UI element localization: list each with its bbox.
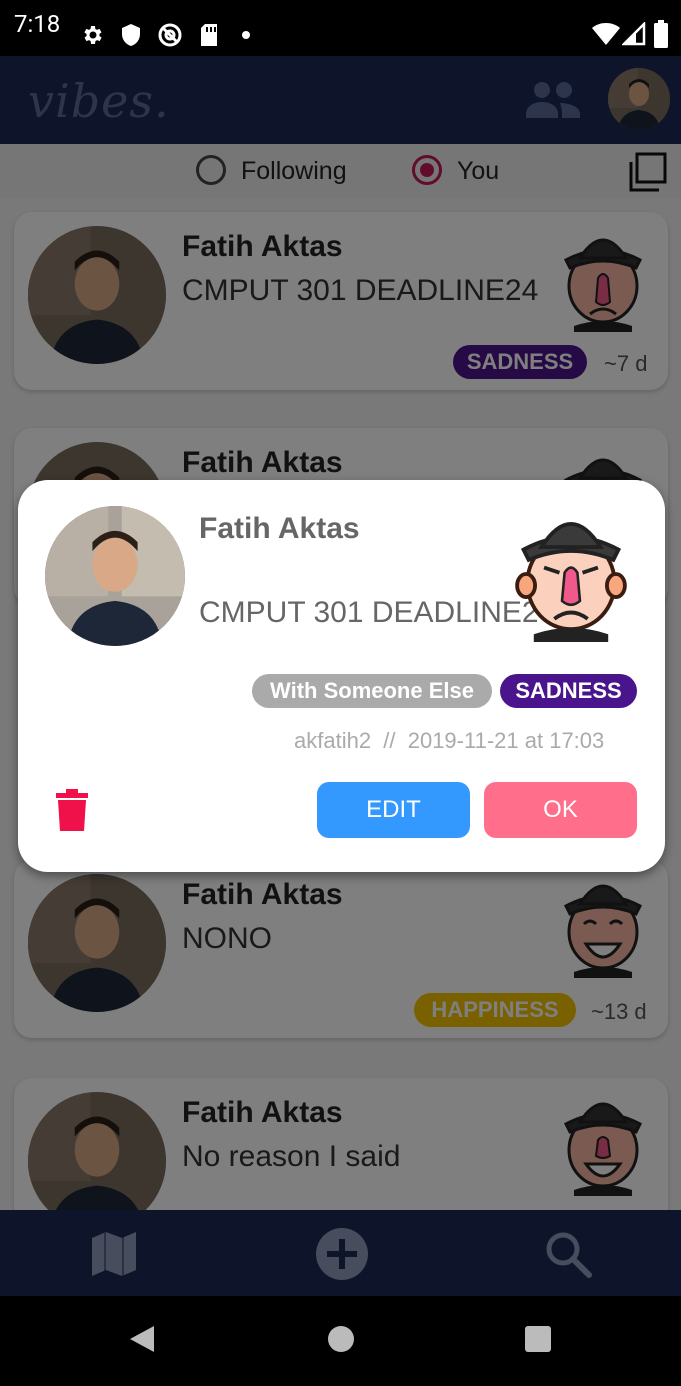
signal-icon [622, 22, 646, 46]
dot-icon [242, 31, 250, 39]
emotion-badge: SADNESS [500, 674, 637, 708]
at-icon [158, 23, 182, 47]
home-icon[interactable] [328, 1326, 354, 1352]
social-situation-badge: With Someone Else [252, 674, 492, 708]
ok-button[interactable]: OK [484, 782, 637, 838]
dialog-meta: akfatih2 // 2019-11-21 at 17:03 [294, 728, 605, 753]
dialog-avatar [45, 506, 185, 646]
sad-face-icon [515, 522, 627, 642]
delete-icon[interactable] [56, 789, 88, 831]
system-nav-bar [0, 1296, 681, 1386]
dialog-reason: CMPUT 301 DEADLINE24 [199, 596, 556, 629]
battery-icon [654, 20, 668, 48]
recents-icon[interactable] [525, 1326, 551, 1352]
mood-detail-dialog: Fatih Aktas CMPUT 301 DEADLINE24 With So… [18, 480, 665, 872]
status-bar: 7:18 [0, 0, 681, 56]
status-time: 7:18 [14, 10, 61, 38]
wifi-icon [592, 23, 620, 45]
back-icon[interactable] [128, 1324, 156, 1354]
dialog-name: Fatih Aktas [199, 512, 360, 545]
sd-card-icon [201, 24, 217, 46]
edit-button[interactable]: EDIT [317, 782, 470, 838]
shield-icon [122, 24, 140, 46]
gear-icon [84, 26, 102, 44]
